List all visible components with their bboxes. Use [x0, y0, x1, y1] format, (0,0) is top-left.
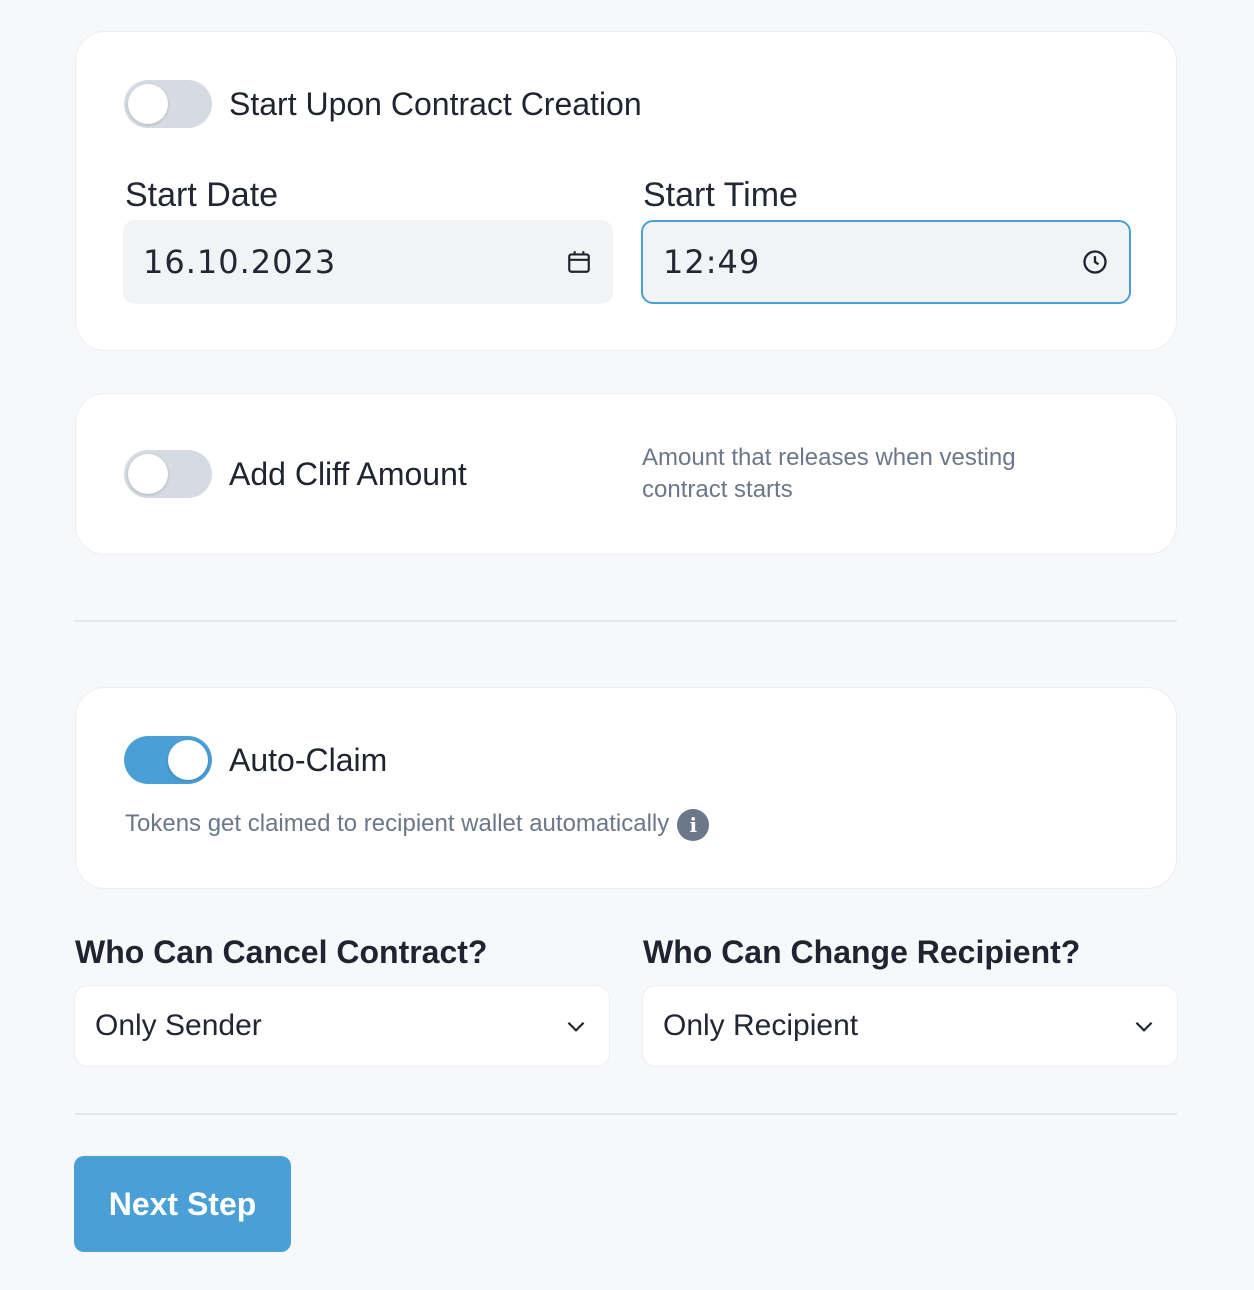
- change-recipient-label: Who Can Change Recipient?: [643, 934, 1081, 970]
- auto-claim-toggle[interactable]: [124, 736, 212, 784]
- start-date-value: 16.10.2023: [143, 243, 337, 281]
- cancel-contract-label: Who Can Cancel Contract?: [75, 934, 488, 970]
- cliff-hint-line1: Amount that releases when vesting: [642, 444, 1016, 471]
- cliff-amount-card: Add Cliff Amount Amount that releases wh…: [75, 393, 1177, 555]
- clock-icon[interactable]: [1081, 248, 1109, 276]
- add-cliff-label: Add Cliff Amount: [229, 456, 467, 492]
- add-cliff-toggle[interactable]: [124, 450, 212, 498]
- page: Start Upon Contract Creation Start Date …: [0, 0, 1254, 1290]
- start-settings-card: Start Upon Contract Creation Start Date …: [75, 31, 1177, 351]
- start-time-label: Start Time: [643, 176, 798, 214]
- start-date-label: Start Date: [125, 176, 279, 214]
- info-icon[interactable]: i: [677, 808, 710, 841]
- start-upon-creation-toggle[interactable]: [124, 80, 212, 128]
- section-divider: [75, 1113, 1177, 1115]
- chevron-down-icon: [1135, 1021, 1153, 1032]
- cancel-contract-select[interactable]: Only Sender: [74, 985, 610, 1067]
- toggle-knob: [128, 454, 168, 494]
- auto-claim-label: Auto-Claim: [229, 742, 388, 778]
- start-time-value: 12:49: [663, 243, 761, 281]
- cliff-hint-line2: contract starts: [642, 476, 793, 503]
- toggle-knob: [168, 740, 208, 780]
- calendar-icon[interactable]: [565, 248, 593, 276]
- chevron-down-icon: [567, 1021, 585, 1032]
- auto-claim-hint: Tokens get claimed to recipient wallet a…: [125, 810, 670, 837]
- toggle-knob: [128, 84, 168, 124]
- auto-claim-hint-row: Tokens get claimed to recipient wallet a…: [125, 808, 710, 841]
- change-recipient-value: Only Recipient: [663, 1009, 859, 1042]
- next-step-button[interactable]: Next Step: [74, 1156, 291, 1252]
- section-divider: [75, 620, 1177, 622]
- change-recipient-select[interactable]: Only Recipient: [642, 985, 1178, 1067]
- start-upon-creation-label: Start Upon Contract Creation: [229, 86, 642, 122]
- cancel-contract-value: Only Sender: [95, 1009, 262, 1042]
- start-date-input[interactable]: 16.10.2023: [123, 220, 613, 304]
- start-time-input[interactable]: 12:49: [641, 220, 1131, 304]
- auto-claim-card: Auto-Claim Tokens get claimed to recipie…: [75, 687, 1177, 889]
- cliff-hint: Amount that releases when vesting contra…: [642, 442, 1016, 506]
